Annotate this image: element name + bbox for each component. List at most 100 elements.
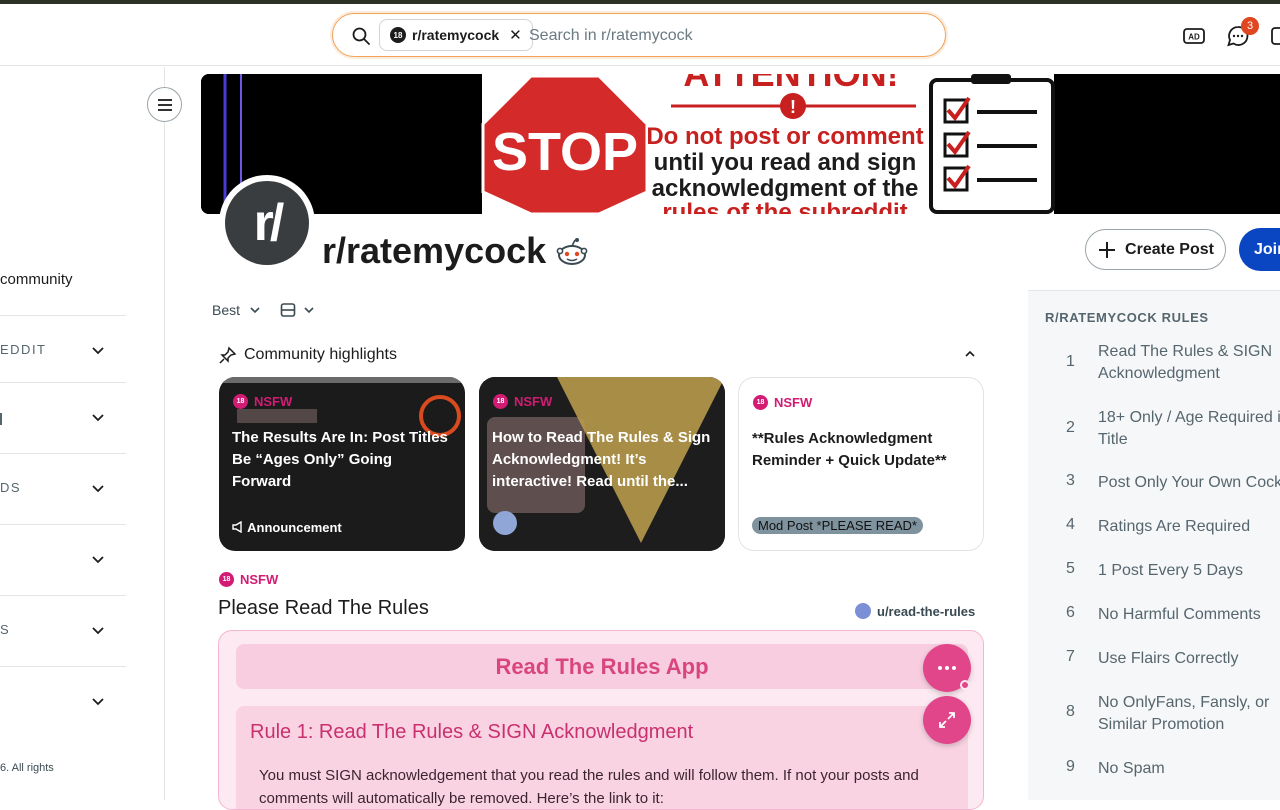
- rule-number: 1: [1066, 353, 1075, 370]
- banner-line1: Do not post or comment: [646, 123, 923, 150]
- nsfw-text: NSFW: [774, 395, 813, 410]
- search-input[interactable]: [529, 24, 909, 48]
- chevron-down-icon: [92, 485, 104, 493]
- left-sidebar: community EDDIT DS S 6. All rights: [0, 67, 165, 800]
- rule-number: 4: [1066, 516, 1075, 533]
- megaphone-icon: [232, 520, 242, 534]
- rule-heading: Rule 1: Read The Rules & SIGN Acknowledg…: [250, 721, 694, 743]
- rule-section: Rule 1: Read The Rules & SIGN Acknowledg…: [236, 706, 968, 809]
- subreddit-avatar: r/: [219, 175, 315, 271]
- nav-section-4[interactable]: [0, 524, 126, 595]
- rule-number: 7: [1066, 648, 1075, 665]
- nsfw-18-icon: 18: [233, 394, 248, 409]
- chevron-down-icon: [92, 347, 104, 355]
- nav-section-label: DS: [0, 480, 22, 495]
- post-title[interactable]: Please Read The Rules: [218, 597, 429, 620]
- nsfw-label: 18 NSFW: [493, 394, 552, 409]
- highlight-card[interactable]: 18 NSFW How to Read The Rules & Sign Ackn…: [479, 377, 725, 551]
- create-icon[interactable]: [1270, 24, 1280, 48]
- create-post-label: Create Post: [1125, 240, 1214, 258]
- sort-bar: Best: [212, 302, 316, 318]
- rule-line: Acknowledgment: [1098, 365, 1220, 382]
- plus-icon: [1099, 241, 1116, 258]
- nav-section-label: S: [0, 622, 11, 637]
- rule-line: No OnlyFans, Fansly, or: [1098, 694, 1270, 711]
- rules-heading: R/RATEMYCOCK RULES: [1045, 310, 1209, 325]
- nsfw-18-icon: 18: [390, 27, 406, 43]
- search-bar[interactable]: 18 r/ratemycock ✕: [332, 13, 946, 57]
- rule-number: 3: [1066, 472, 1075, 489]
- close-icon[interactable]: ✕: [509, 26, 522, 44]
- nav-item-create-community[interactable]: community: [0, 271, 73, 288]
- post-nsfw-label: 18 NSFW: [219, 572, 278, 587]
- rule-line: Read The Rules & SIGN: [1098, 343, 1273, 360]
- nav-section-2[interactable]: [0, 382, 126, 453]
- expand-icon: [939, 712, 955, 728]
- rule-body: You must SIGN acknowledgement that you r…: [259, 767, 919, 807]
- banner-stop-text: STOP: [492, 122, 638, 182]
- rule-text: Use Flairs Correctly: [1098, 650, 1239, 667]
- subreddit-banner: STOP ATTENTION! ! Do not post or comment…: [201, 74, 1280, 214]
- post-author-name: u/read-the-rules: [877, 603, 976, 619]
- nav-section-reddit[interactable]: EDDIT: [0, 315, 126, 386]
- nsfw-text: NSFW: [514, 394, 553, 409]
- chevron-up-icon[interactable]: [964, 348, 976, 360]
- avatar-text: r/: [225, 181, 309, 265]
- rule-text: 18+ Only / Age Required in Title: [1098, 407, 1280, 451]
- rule-number: 8: [1066, 703, 1075, 720]
- sort-dropdown[interactable]: Best: [212, 302, 240, 318]
- nsfw-18-icon: 18: [493, 394, 508, 409]
- nav-section-label: EDDIT: [0, 342, 47, 357]
- rule-number: 5: [1066, 560, 1075, 577]
- expand-button[interactable]: [923, 696, 971, 744]
- rules-sidebar: R/RATEMYCOCK RULES 1 Read The Rules & SIG…: [1028, 290, 1280, 800]
- collapse-nav-button[interactable]: [147, 87, 182, 122]
- rule-number: 2: [1066, 419, 1075, 436]
- banner-line2: until you read and sign: [654, 149, 917, 176]
- chevron-down-icon: [92, 698, 104, 706]
- nav-section-3[interactable]: DS: [0, 453, 126, 524]
- avatar: [855, 603, 871, 619]
- rule-text: No Harmful Comments: [1098, 606, 1261, 623]
- rule-text: No OnlyFans, Fansly, or Similar Promotion: [1098, 692, 1280, 736]
- join-button[interactable]: Join: [1239, 228, 1280, 271]
- top-bar: 18 r/ratemycock ✕ AD 3: [0, 4, 1280, 66]
- more-icon: [938, 666, 956, 670]
- chevron-down-icon: [92, 414, 104, 422]
- highlight-title: The Results Are In: Post Titles Be “Ages…: [232, 429, 448, 490]
- create-post-button[interactable]: Create Post: [1085, 229, 1226, 270]
- footer-copyright: 6. All rights: [0, 762, 54, 774]
- post-author[interactable]: u/read-the-rules: [855, 603, 975, 619]
- rule-line: Title: [1098, 431, 1128, 448]
- rule-number: 9: [1066, 758, 1075, 775]
- chevron-down-icon: [92, 556, 104, 564]
- rules-app-title: Read The Rules App: [236, 644, 968, 689]
- highlight-flair: Announcement: [232, 520, 342, 535]
- view-layout-icon[interactable]: [280, 302, 296, 318]
- nav-section-6[interactable]: [0, 666, 126, 737]
- nsfw-18-icon: 18: [219, 572, 234, 587]
- snoo-icon: [556, 238, 588, 265]
- notification-dot: [960, 680, 970, 690]
- chevron-down-icon[interactable]: [248, 303, 262, 317]
- rule-line: 18+ Only / Age Required in: [1098, 409, 1280, 426]
- nav-section-5[interactable]: S: [0, 595, 126, 666]
- svg-text:!: !: [790, 97, 796, 117]
- highlight-title: **Rules Acknowledgment Reminder + Quick …: [752, 430, 947, 469]
- hamburger-icon: [157, 98, 172, 111]
- card-image-bar: [237, 409, 317, 423]
- chevron-down-icon[interactable]: [302, 303, 316, 317]
- rule-line: Similar Promotion: [1098, 716, 1225, 733]
- nsfw-18-icon: 18: [753, 395, 768, 410]
- highlight-card[interactable]: 18 NSFW **Rules Acknowledgment Reminder +…: [738, 377, 984, 551]
- advertise-icon[interactable]: AD: [1182, 24, 1206, 48]
- nsfw-label: 18 NSFW: [753, 395, 812, 410]
- nsfw-label: 18 NSFW: [233, 394, 292, 409]
- nsfw-text: NSFW: [254, 394, 293, 409]
- highlight-card[interactable]: 18 NSFW The Results Are In: Post Titles B…: [219, 377, 465, 551]
- pin-icon: [219, 346, 237, 364]
- rule-text: Ratings Are Required: [1098, 518, 1251, 535]
- subreddit-filter-chip[interactable]: 18 r/ratemycock ✕: [379, 19, 533, 51]
- banner-attention-text: ATTENTION!: [683, 74, 898, 94]
- mod-post-flair: Mod Post *PLEASE READ*: [752, 517, 923, 534]
